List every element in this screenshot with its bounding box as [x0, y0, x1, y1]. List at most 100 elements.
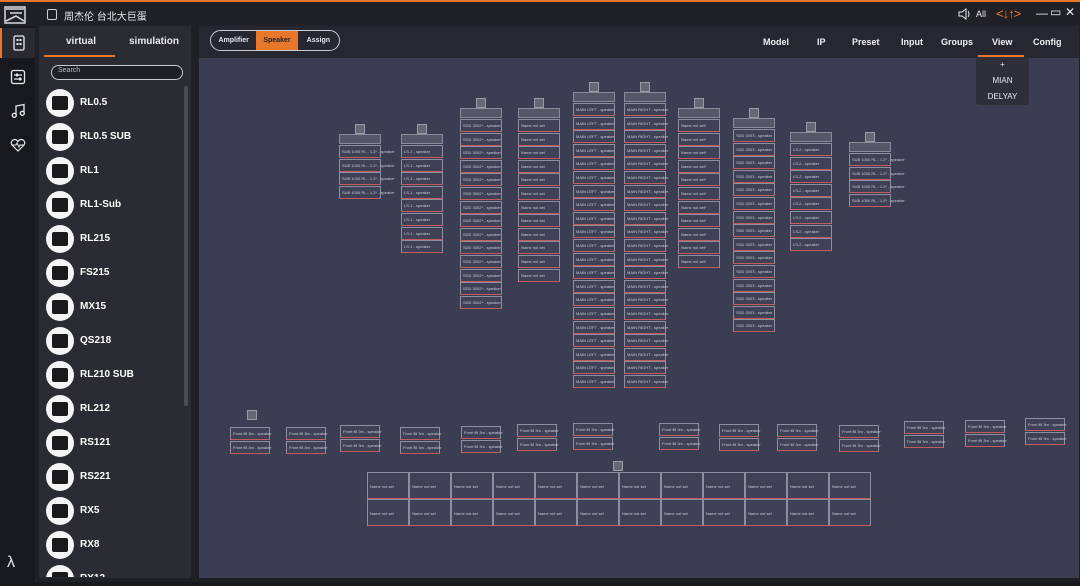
nav-ip[interactable]: IP: [817, 37, 826, 47]
speaker-cell[interactable]: MAIN LEFT - speaker: [573, 320, 615, 334]
bottom-grid-cell[interactable]: Name not set: [619, 499, 661, 526]
sync-arrows-icon[interactable]: <↓↑>: [996, 6, 1021, 21]
speaker-cell[interactable]: SDD 3002* - speaker: [460, 282, 502, 296]
speaker-cell[interactable]: MAIN LEFT - speaker: [573, 307, 615, 320]
speaker-cell[interactable]: MAIN LEFT - speaker: [573, 361, 615, 375]
bottom-grid-cell[interactable]: Name not set: [451, 499, 493, 526]
array-handle-icon[interactable]: [865, 132, 875, 142]
front-fill-cell[interactable]: Front fill 3m - speaker: [1025, 432, 1067, 445]
speaker-cell[interactable]: MAIN LEFT - speaker: [573, 239, 615, 252]
speaker-cell[interactable]: MAIN RIGHT - speaker: [624, 293, 668, 307]
device-item[interactable]: RL0.5 SUB: [45, 121, 181, 155]
array-header-bar[interactable]: [790, 132, 832, 142]
speaker-cell[interactable]: MAIN LEFT - speaker: [573, 347, 615, 361]
speaker-cell[interactable]: MAIN RIGHT - speaker: [624, 266, 668, 280]
array-handle-icon[interactable]: [806, 122, 816, 132]
tab-simulation[interactable]: simulation: [129, 36, 179, 47]
bottom-grid-cell[interactable]: Name not set: [577, 499, 619, 526]
front-fill-cell[interactable]: Front fill 3m - speaker: [517, 424, 559, 437]
front-fill-cell[interactable]: Front fill 3m - speaker: [839, 439, 881, 452]
speaker-cell[interactable]: SDD 3003 - speaker: [733, 224, 775, 238]
speaker-cell[interactable]: SDD 3002* - speaker: [460, 255, 502, 268]
front-fill-cell[interactable]: Front fill 3m - speaker: [340, 439, 382, 452]
array-handle-icon[interactable]: [534, 98, 544, 108]
device-item[interactable]: RL1: [45, 155, 181, 189]
speaker-cell[interactable]: Name not set*: [678, 241, 720, 255]
front-fill-cell[interactable]: Front fill 3m - speaker: [461, 426, 503, 439]
front-fill-cell[interactable]: Front fill 3m - speaker: [573, 423, 615, 436]
front-fill-cell[interactable]: Front fill 3m - speaker: [461, 440, 503, 453]
speaker-layout-canvas[interactable]: SUB 1000 RL - 1.2* - speaker SUB 1000 RL …: [199, 58, 1079, 578]
bottom-grid-cell[interactable]: Name not set: [661, 499, 703, 526]
speaker-cell[interactable]: MAIN LEFT - speaker: [573, 184, 615, 198]
speaker-cell[interactable]: Name not set*: [678, 227, 720, 241]
device-item[interactable]: RL215: [45, 223, 181, 257]
speaker-cell[interactable]: LS-2 - speaker: [790, 156, 832, 170]
speaker-cell[interactable]: MAIN RIGHT - speaker: [624, 252, 668, 266]
speaker-cell[interactable]: SDD 3002* - speaker: [460, 119, 502, 132]
device-item[interactable]: RS121: [45, 427, 181, 461]
speaker-cell[interactable]: LS-1 - speaker: [401, 213, 443, 226]
front-fill-cell[interactable]: Front fill 3m - speaker: [400, 427, 442, 440]
front-fill-cell[interactable]: Front fill 3m - speaker: [965, 434, 1007, 447]
lambda-icon[interactable]: λ: [7, 554, 15, 572]
array-header-bar[interactable]: [339, 134, 381, 144]
rail-mixer[interactable]: [0, 62, 35, 92]
speaker-cell[interactable]: MAIN RIGHT - speaker: [624, 307, 668, 320]
speaker-cell[interactable]: MAIN LEFT - speaker: [573, 279, 615, 293]
speaker-cell[interactable]: Name not set: [518, 227, 560, 241]
array-header-bar[interactable]: [624, 92, 666, 102]
bottom-grid-cell[interactable]: Name not set: [577, 472, 619, 499]
front-fill-cell[interactable]: Front fill 3m - speaker: [659, 423, 701, 436]
front-fill-cell[interactable]: Front fill 3m - speaker: [400, 441, 442, 454]
front-fill-cell[interactable]: Front fill 3m - speaker: [719, 424, 761, 437]
nav-groups[interactable]: Groups: [941, 37, 973, 47]
array-header-bar[interactable]: [849, 142, 891, 152]
front-fill-cell[interactable]: Front fill 3m - speaker: [340, 425, 382, 438]
speaker-cell[interactable]: MAIN RIGHT - speaker: [624, 239, 668, 252]
speaker-cell[interactable]: SUB 1000 RL - 1.2* - speaker: [339, 145, 395, 158]
front-fill-cell[interactable]: Front fill 3m - speaker: [839, 425, 881, 438]
device-item[interactable]: RX5: [45, 495, 181, 529]
bottom-grid-cell[interactable]: Name not set: [535, 499, 577, 526]
bottom-grid-cell[interactable]: Name not set: [745, 472, 787, 499]
bottom-grid-cell[interactable]: Name not set: [409, 499, 451, 526]
speaker-cell[interactable]: SDD 3003 - speaker: [733, 319, 775, 333]
speaker-cell[interactable]: Name not set: [518, 146, 560, 160]
speaker-cell[interactable]: Name not set: [518, 173, 560, 187]
bottom-grid-cell[interactable]: Name not set: [745, 499, 787, 526]
array-handle-icon[interactable]: [417, 124, 427, 134]
tab-virtual[interactable]: virtual: [66, 36, 96, 47]
front-fill-cell[interactable]: Front fill 3m - speaker: [286, 427, 328, 440]
bottom-grid-cell[interactable]: Name not set: [703, 472, 745, 499]
segment-speaker[interactable]: Speaker: [256, 31, 298, 50]
speaker-cell[interactable]: MAIN LEFT - speaker: [573, 116, 615, 130]
speaker-cell[interactable]: MAIN RIGHT - speaker: [624, 334, 668, 348]
speaker-cell[interactable]: SDD 3003 - speaker: [733, 251, 775, 265]
speaker-cell[interactable]: MAIN LEFT - speaker: [573, 198, 615, 212]
speaker-cell[interactable]: LS-1 - speaker: [401, 226, 443, 240]
speaker-cell[interactable]: MAIN LEFT - speaker: [573, 293, 615, 307]
speaker-cell[interactable]: Name not set*: [678, 119, 720, 132]
device-item[interactable]: RL212: [45, 393, 181, 427]
speaker-cell[interactable]: MAIN RIGHT - speaker: [624, 320, 668, 334]
array-handle-icon[interactable]: [476, 98, 486, 108]
speaker-cell[interactable]: SDD 3002* - speaker: [460, 214, 502, 228]
speaker-cell[interactable]: MAIN LEFT - speaker: [573, 130, 615, 144]
device-list-scrollbar[interactable]: [184, 86, 188, 406]
nav-config[interactable]: Config: [1033, 37, 1062, 47]
front-fill-cell[interactable]: Front fill 3m - speaker: [230, 427, 272, 440]
speaker-cell[interactable]: SDD 3003 - speaker: [733, 237, 775, 251]
device-item[interactable]: RL1-Sub: [45, 189, 181, 223]
speaker-cell[interactable]: MAIN RIGHT - speaker: [624, 184, 668, 198]
speaker-cell[interactable]: SDD 3002* - speaker: [460, 295, 502, 309]
front-fill-cell[interactable]: Front fill 3m - speaker: [965, 420, 1007, 433]
speaker-cell[interactable]: Name not set*: [678, 200, 720, 214]
speaker-cell[interactable]: Name not set: [518, 119, 560, 132]
speaker-cell[interactable]: LS-2 - speaker: [790, 143, 832, 156]
speaker-cell[interactable]: MAIN LEFT - speaker: [573, 334, 615, 348]
rail-music[interactable]: [0, 96, 35, 126]
device-item[interactable]: RX8: [45, 529, 181, 563]
speaker-cell[interactable]: LS-1 - speaker: [401, 199, 443, 213]
speaker-cell[interactable]: MAIN LEFT - speaker: [573, 375, 615, 388]
